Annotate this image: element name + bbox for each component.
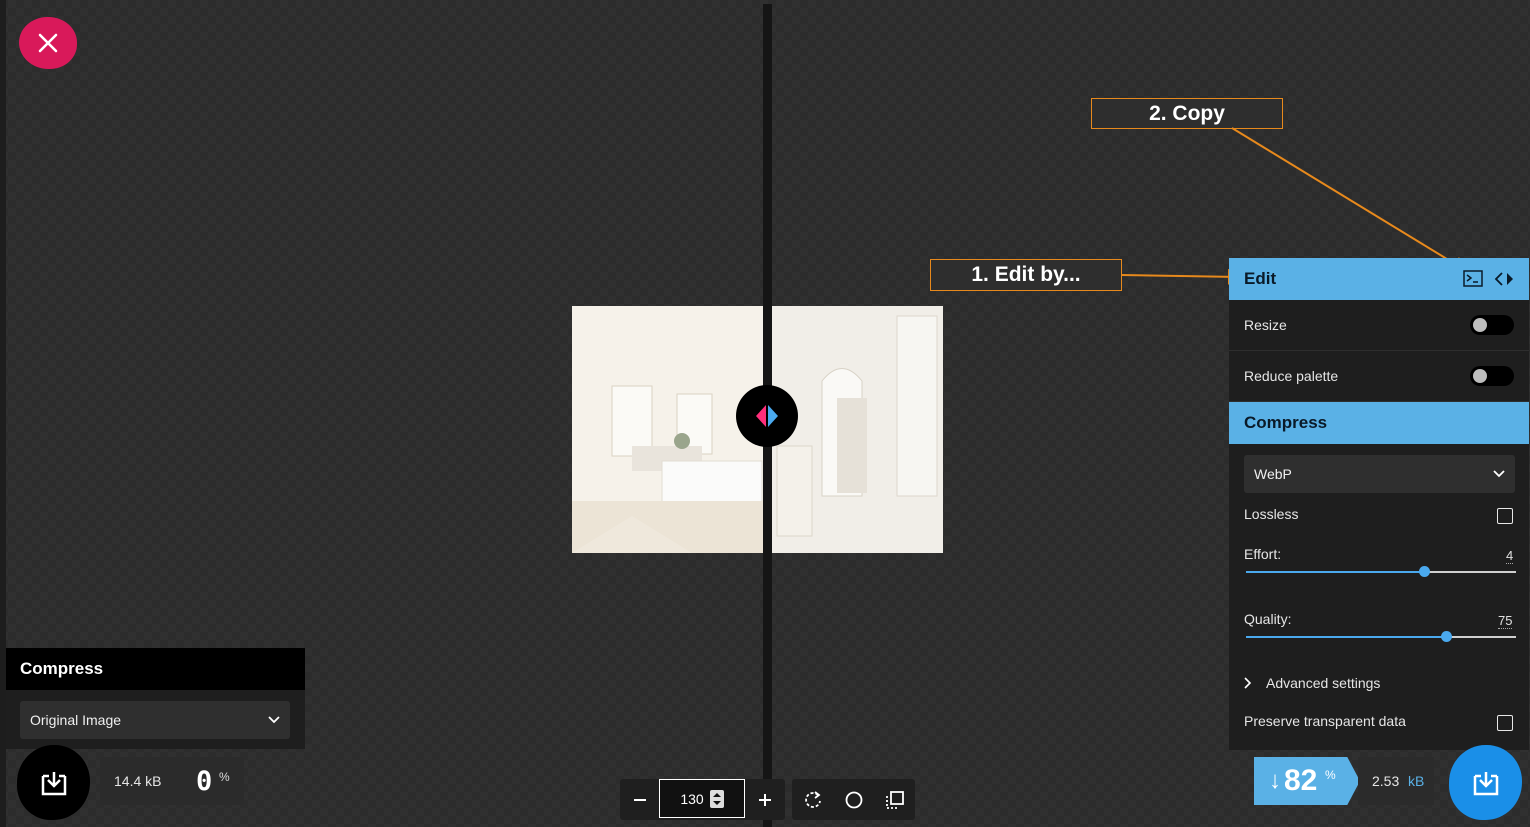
- zoom-value: 130: [680, 790, 704, 807]
- advanced-settings-toggle[interactable]: Advanced settings: [1244, 675, 1380, 691]
- original-percent-sign: %: [219, 770, 230, 784]
- compress-header: Compress: [1229, 402, 1529, 444]
- divider-handle[interactable]: [736, 385, 798, 447]
- copy-settings-button[interactable]: [1493, 271, 1515, 292]
- annotation-edit: 1. Edit by...: [930, 259, 1122, 291]
- view-tools: [792, 779, 915, 820]
- format-select[interactable]: WebP: [1244, 455, 1515, 493]
- zoom-controls: 130: [620, 779, 785, 820]
- quality-rest: [1446, 636, 1516, 638]
- terminal-icon: [1463, 270, 1483, 287]
- chevron-down-icon: [1493, 470, 1505, 478]
- right-arrow-icon: [768, 405, 778, 427]
- swap-arrows-icon: [1494, 272, 1513, 286]
- close-icon: [38, 33, 58, 53]
- minus-icon: [634, 798, 646, 801]
- compressed-size-unit: kB: [1408, 773, 1425, 789]
- stepper-icon[interactable]: [709, 789, 724, 808]
- download-compressed-button[interactable]: [1449, 745, 1522, 820]
- close-button[interactable]: [19, 17, 77, 69]
- preserve-label: Preserve transparent data: [1244, 713, 1406, 729]
- effort-rest: [1424, 571, 1516, 573]
- arrow-edit: [1120, 268, 1244, 285]
- resize-toggle[interactable]: [1470, 315, 1514, 335]
- effort-label: Effort:: [1244, 546, 1282, 562]
- quality-fill: [1246, 636, 1446, 638]
- quality-slider[interactable]: [1246, 631, 1516, 643]
- original-percent: 0: [196, 766, 213, 797]
- download-icon: [1473, 771, 1498, 795]
- reduce-palette-toggle[interactable]: [1470, 366, 1514, 386]
- edit-title: Edit: [1244, 269, 1277, 288]
- compressed-size: 2.53 kB: [1358, 757, 1434, 805]
- zoom-input[interactable]: 130: [659, 779, 745, 818]
- original-info: 14.4 kB 0 %: [100, 757, 244, 805]
- download-original-button[interactable]: [17, 745, 90, 820]
- zoom-in-button[interactable]: [745, 779, 785, 820]
- chevron-down-icon: [268, 716, 280, 724]
- reduce-palette-label: Reduce palette: [1244, 368, 1339, 384]
- arrow-copy: [1231, 127, 1469, 273]
- effort-fill: [1246, 571, 1424, 573]
- reduce-palette-row: Reduce palette: [1229, 351, 1529, 402]
- left-compress-title: Compress: [6, 648, 305, 690]
- edit-header: Edit: [1229, 258, 1529, 300]
- lossless-label: Lossless: [1244, 506, 1299, 522]
- background-toggle-button[interactable]: [833, 779, 874, 820]
- left-compress-panel: Compress Original Image: [6, 648, 305, 749]
- advanced-settings-label: Advanced settings: [1266, 675, 1381, 691]
- compressed-size-value: 2.53: [1372, 773, 1400, 789]
- effort-thumb[interactable]: [1419, 566, 1430, 577]
- zoom-out-button[interactable]: [620, 779, 660, 820]
- plus-icon: [759, 793, 771, 806]
- original-size: 14.4 kB: [114, 773, 162, 789]
- compress-title: Compress: [1244, 413, 1328, 432]
- copy-settings-side-button[interactable]: [874, 779, 915, 820]
- rotate-button[interactable]: [792, 779, 833, 820]
- quality-thumb[interactable]: [1441, 631, 1452, 642]
- left-format-value: Original Image: [30, 712, 122, 728]
- preserve-checkbox[interactable]: [1497, 715, 1513, 731]
- chevron-right-icon: [1244, 677, 1252, 689]
- copy-cli-button[interactable]: [1463, 270, 1483, 292]
- lossless-checkbox[interactable]: [1497, 508, 1513, 524]
- copy-settings-icon: [885, 790, 904, 809]
- left-format-select[interactable]: Original Image: [20, 701, 290, 739]
- effort-value[interactable]: 4: [1506, 548, 1514, 564]
- savings-percent: 82: [1284, 764, 1318, 797]
- options-panel: Edit Resize Reduce palette Compress WebP: [1229, 258, 1529, 750]
- resize-label: Resize: [1244, 317, 1287, 333]
- savings-percent-sign: %: [1325, 768, 1336, 782]
- left-arrow-icon: [756, 405, 766, 427]
- savings-arrow: ↓: [1269, 767, 1281, 794]
- resize-row: Resize: [1229, 300, 1529, 351]
- download-icon: [41, 771, 66, 795]
- rotate-icon: [804, 790, 821, 808]
- format-value: WebP: [1254, 466, 1292, 482]
- savings-badge: ↓ 82 %: [1254, 757, 1360, 805]
- quality-value[interactable]: 75: [1498, 613, 1513, 629]
- effort-slider[interactable]: [1246, 566, 1516, 578]
- annotation-copy: 2. Copy: [1091, 98, 1283, 129]
- quality-label: Quality:: [1244, 611, 1292, 627]
- background-toggle-icon: [845, 791, 862, 808]
